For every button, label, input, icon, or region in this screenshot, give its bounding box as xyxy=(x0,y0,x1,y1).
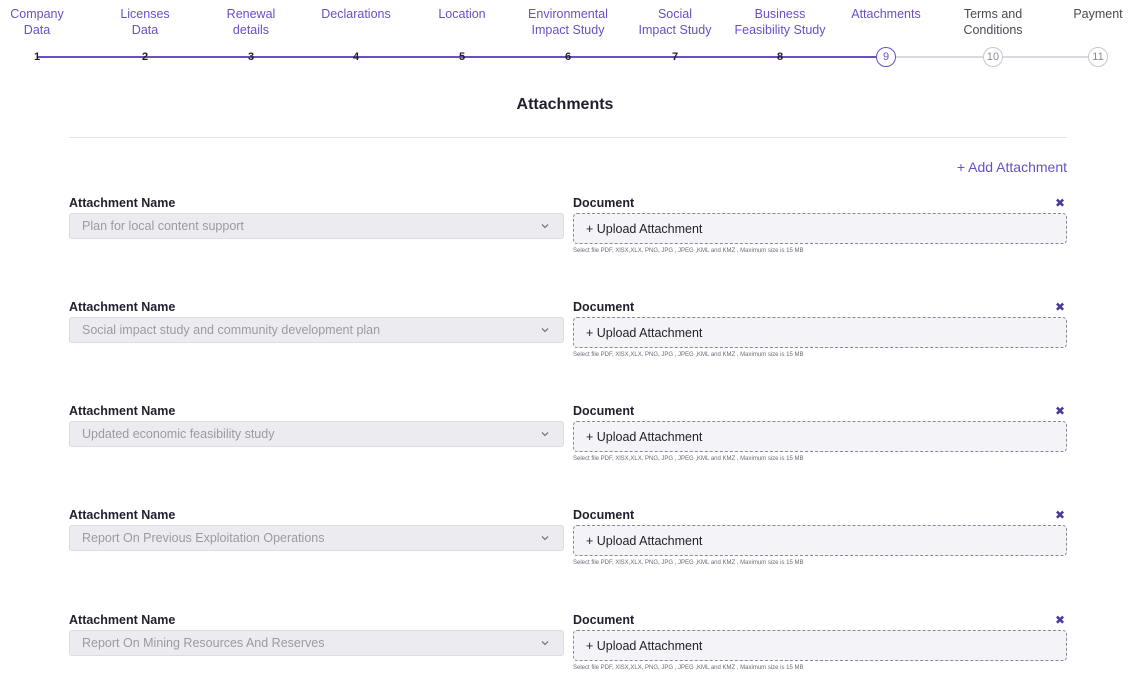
upload-attachment-label: + Upload Attachment xyxy=(586,325,703,340)
attachment-row: Attachment Name Document ✖ Plan for loca… xyxy=(69,196,1067,276)
chevron-down-icon xyxy=(541,432,549,437)
step-label: Licenses Data xyxy=(120,7,170,37)
file-type-hint: Select file PDF, XlSX,XLX, PNG, JPG , JP… xyxy=(573,352,804,358)
upload-attachment-button[interactable]: + Upload Attachment xyxy=(573,213,1067,244)
document-label: Document xyxy=(573,613,635,627)
attachment-row: Attachment Name Document ✖ Report On Min… xyxy=(69,613,1067,681)
upload-attachment-button[interactable]: + Upload Attachment xyxy=(573,421,1067,452)
chevron-down-icon xyxy=(541,328,549,333)
step-social-impact-study[interactable]: Social Impact Study 7 xyxy=(620,6,730,70)
attachment-name-value: Plan for local content support xyxy=(82,219,244,233)
attachment-name-value: Report On Mining Resources And Reserves xyxy=(82,636,325,650)
file-type-hint: Select file PDF, XlSX,XLX, PNG, JPG , JP… xyxy=(573,665,804,671)
attachment-name-label: Attachment Name xyxy=(69,404,176,418)
document-label: Document xyxy=(573,508,635,522)
attachment-row: Attachment Name Document ✖ Social impact… xyxy=(69,300,1067,380)
upload-attachment-button[interactable]: + Upload Attachment xyxy=(573,630,1067,661)
remove-attachment-icon[interactable]: ✖ xyxy=(1053,508,1067,522)
attachment-name-label: Attachment Name xyxy=(69,300,176,314)
page-title: Attachments xyxy=(516,96,614,113)
step-number: 5 xyxy=(458,51,466,63)
attachment-name-label: Attachment Name xyxy=(69,613,176,627)
remove-attachment-icon[interactable]: ✖ xyxy=(1053,404,1067,418)
step-number: 11 xyxy=(1088,47,1108,67)
step-label: Business Feasibility Study xyxy=(734,7,826,37)
add-attachment-button[interactable]: + Add Attachment xyxy=(957,159,1067,175)
document-label: Document xyxy=(573,300,635,314)
step-number: 1 xyxy=(33,51,41,63)
attachment-name-select[interactable]: Report On Mining Resources And Reserves xyxy=(69,630,564,656)
chevron-down-icon xyxy=(541,536,549,541)
remove-attachment-icon[interactable]: ✖ xyxy=(1053,613,1067,627)
step-label: Declarations xyxy=(321,7,391,21)
upload-attachment-label: + Upload Attachment xyxy=(586,221,703,236)
file-type-hint: Select file PDF, XlSX,XLX, PNG, JPG , JP… xyxy=(573,456,804,462)
step-payment[interactable]: Payment 11 xyxy=(1066,6,1130,70)
title-divider xyxy=(69,137,1067,138)
attachment-name-value: Report On Previous Exploitation Operatio… xyxy=(82,531,325,545)
chevron-down-icon xyxy=(541,641,549,646)
step-business-feasibility-study[interactable]: Business Feasibility Study 8 xyxy=(725,6,835,70)
step-label: Attachments xyxy=(851,7,921,21)
step-number: 8 xyxy=(776,51,784,63)
attachment-name-select[interactable]: Updated economic feasibility study xyxy=(69,421,564,447)
step-environmental-impact-study[interactable]: Environmental Impact Study 6 xyxy=(513,6,623,70)
step-number: 10 xyxy=(983,47,1003,67)
upload-attachment-button[interactable]: + Upload Attachment xyxy=(573,525,1067,556)
attachment-name-label: Attachment Name xyxy=(69,508,176,522)
step-declarations[interactable]: Declarations 4 xyxy=(301,6,411,70)
attachment-name-value: Social impact study and community develo… xyxy=(82,323,381,337)
upload-attachment-button[interactable]: + Upload Attachment xyxy=(573,317,1067,348)
step-label: Social Impact Study xyxy=(638,7,712,37)
step-licenses-data[interactable]: Licenses Data 2 xyxy=(90,6,200,70)
attachment-name-value: Updated economic feasibility study xyxy=(82,427,275,441)
step-number: 6 xyxy=(564,51,572,63)
step-location[interactable]: Location 5 xyxy=(407,6,517,70)
file-type-hint: Select file PDF, XlSX,XLX, PNG, JPG , JP… xyxy=(573,560,804,566)
attachment-name-select[interactable]: Report On Previous Exploitation Operatio… xyxy=(69,525,564,551)
attachment-name-label: Attachment Name xyxy=(69,196,176,210)
step-company-data[interactable]: Company Data 1 xyxy=(0,6,92,70)
upload-attachment-label: + Upload Attachment xyxy=(586,533,703,548)
document-label: Document xyxy=(573,404,635,418)
step-number: 4 xyxy=(352,51,360,63)
attachment-row: Attachment Name Document ✖ Updated econo… xyxy=(69,404,1067,484)
step-label: Location xyxy=(438,7,486,21)
step-label: Environmental Impact Study xyxy=(528,7,608,37)
progress-stepper: Company Data 1 Licenses Data 2 Renewal d… xyxy=(0,0,1130,72)
step-number: 7 xyxy=(671,51,679,63)
step-attachments[interactable]: Attachments 9 xyxy=(831,6,941,70)
document-label: Document xyxy=(573,196,635,210)
step-terms-and-conditions[interactable]: Terms and Conditions 10 xyxy=(938,6,1048,70)
upload-attachment-label: + Upload Attachment xyxy=(586,429,703,444)
remove-attachment-icon[interactable]: ✖ xyxy=(1053,196,1067,210)
step-label: Terms and Conditions xyxy=(963,7,1023,37)
attachment-name-select[interactable]: Plan for local content support xyxy=(69,213,564,239)
attachment-name-select[interactable]: Social impact study and community develo… xyxy=(69,317,564,343)
attachment-row: Attachment Name Document ✖ Report On Pre… xyxy=(69,508,1067,588)
chevron-down-icon xyxy=(541,224,549,229)
upload-attachment-label: + Upload Attachment xyxy=(586,638,703,653)
step-label: Renewal details xyxy=(226,7,276,37)
step-renewal-details[interactable]: Renewal details 3 xyxy=(196,6,306,70)
step-label: Payment xyxy=(1073,7,1123,21)
step-label: Company Data xyxy=(10,7,64,37)
step-number: 9 xyxy=(876,47,896,67)
step-number: 3 xyxy=(247,51,255,63)
remove-attachment-icon[interactable]: ✖ xyxy=(1053,300,1067,314)
step-number: 2 xyxy=(141,51,149,63)
file-type-hint: Select file PDF, XlSX,XLX, PNG, JPG , JP… xyxy=(573,248,804,254)
